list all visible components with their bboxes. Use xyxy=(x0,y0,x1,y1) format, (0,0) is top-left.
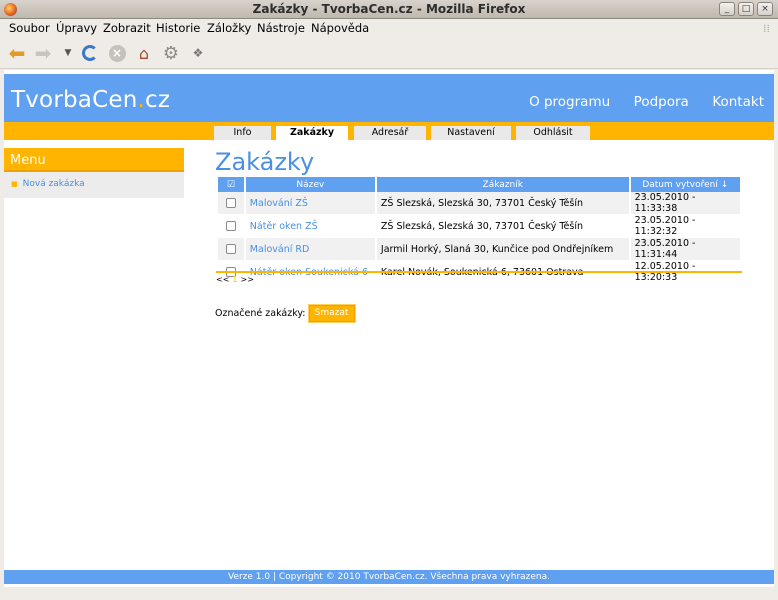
row-select-cell xyxy=(218,238,244,261)
select-all-checkbox-icon[interactable]: ☑ xyxy=(227,180,235,190)
logo-tld: cz xyxy=(145,87,171,113)
settings-gear-icon[interactable]: ⚙ xyxy=(161,43,181,64)
menu-soubor[interactable]: Soubor xyxy=(9,21,50,35)
order-name-link[interactable]: Malování ZŠ xyxy=(245,192,375,215)
row-select-cell xyxy=(218,192,244,215)
sidebar-item-nova-zakazka[interactable]: Nová zakázka xyxy=(23,179,85,189)
navigation-toolbar: ⬅ ➡ ▼ × ⌂ ⚙ ❖ xyxy=(0,37,778,69)
menu-zalozky[interactable]: Záložky xyxy=(207,21,251,35)
pagination-next[interactable]: >> xyxy=(241,275,254,284)
pagination: << 1 >> xyxy=(216,271,742,284)
stop-icon[interactable]: × xyxy=(107,43,127,63)
toolbar-grip-icon: ⁞⁞ xyxy=(763,22,770,35)
addon-icon[interactable]: ❖ xyxy=(188,43,208,63)
row-checkbox[interactable] xyxy=(225,198,236,208)
window-titlebar: Zakázky - TvorbaCen.cz - Mozilla Firefox… xyxy=(0,0,778,19)
delete-button[interactable]: Smazat xyxy=(307,304,356,323)
home-icon[interactable]: ⌂ xyxy=(134,43,154,63)
tab-adresar[interactable]: Adresář xyxy=(354,126,426,140)
menu-historie[interactable]: Historie xyxy=(156,21,200,35)
close-icon[interactable]: × xyxy=(757,2,773,16)
window-title: Zakázky - TvorbaCen.cz - Mozilla Firefox xyxy=(252,2,526,16)
bulk-actions: Označené zakázky: Smazat xyxy=(215,304,356,323)
tab-info[interactable]: Info xyxy=(214,126,271,140)
sidebar-title: Menu xyxy=(4,148,184,172)
history-dropdown-icon[interactable]: ▼ xyxy=(58,43,78,63)
order-customer: ZŠ Slezská, Slezská 30, 73701 Český Těší… xyxy=(376,192,629,215)
row-checkbox[interactable] xyxy=(225,244,236,254)
site-logo[interactable]: TvorbaCen.cz xyxy=(11,87,170,113)
menu-bar: Soubor Úpravy Zobrazit Historie Záložky … xyxy=(0,19,778,37)
table-row: Nátěr oken ZŠ ZŠ Slezská, Slezská 30, 73… xyxy=(218,215,740,238)
logo-dot: . xyxy=(137,87,145,113)
tab-odhlasit[interactable]: Odhlásit xyxy=(516,126,590,140)
top-navigation: O programu Podpora Kontakt xyxy=(509,94,764,110)
order-date: 23.05.2010 - 11:33:38 xyxy=(630,192,740,215)
sidebar-menu: ■ Nová zakázka xyxy=(4,172,184,198)
pagination-current[interactable]: 1 xyxy=(232,275,237,284)
minimize-icon[interactable]: _ xyxy=(719,2,735,16)
site-header: TvorbaCen.cz O programu Podpora Kontakt xyxy=(4,74,774,122)
maximize-icon[interactable]: □ xyxy=(738,2,754,16)
page-title: Zakázky xyxy=(215,148,315,176)
tab-nastaveni[interactable]: Nastavení xyxy=(431,126,511,140)
bulk-actions-label: Označené zakázky: xyxy=(215,308,306,319)
select-all-column-header[interactable]: ☑ xyxy=(218,177,244,192)
back-arrow-icon[interactable]: ⬅ xyxy=(7,41,27,65)
tab-zakazky[interactable]: Zakázky xyxy=(276,126,348,140)
row-select-cell xyxy=(218,215,244,238)
web-viewport: TvorbaCen.cz O programu Podpora Kontakt … xyxy=(4,70,774,587)
site-footer: Verze 1.0 | Copyright © 2010 TvorbaCen.c… xyxy=(4,570,774,584)
order-customer: Jarmil Horký, Slaná 30, Kunčice pod Ondř… xyxy=(376,238,629,261)
forward-arrow-icon[interactable]: ➡ xyxy=(33,41,53,65)
menu-zobrazit[interactable]: Zobrazit xyxy=(103,21,151,35)
table-header-row: ☑ Název Zákazník Datum vytvoření ↓ xyxy=(218,177,740,192)
logo-text: TvorbaCen xyxy=(11,87,138,113)
reload-icon[interactable] xyxy=(80,43,100,63)
sidebar: Menu ■ Nová zakázka xyxy=(4,148,184,198)
orders-table: ☑ Název Zákazník Datum vytvoření ↓ Malov… xyxy=(216,177,742,284)
column-header-datum[interactable]: Datum vytvoření ↓ xyxy=(630,177,740,192)
column-header-zakaznik[interactable]: Zákazník xyxy=(376,177,629,192)
table-row: Malování ZŠ ZŠ Slezská, Slezská 30, 7370… xyxy=(218,192,740,215)
nav-kontakt[interactable]: Kontakt xyxy=(712,94,764,110)
status-bar xyxy=(0,588,778,600)
menu-upravy[interactable]: Úpravy xyxy=(56,21,97,35)
nav-o-programu[interactable]: O programu xyxy=(529,94,610,110)
order-customer: ZŠ Slezská, Slezská 30, 73701 Český Těší… xyxy=(376,215,629,238)
menu-napoveda[interactable]: Nápověda xyxy=(311,21,369,35)
pagination-prev[interactable]: << xyxy=(216,275,229,284)
menu-nastroje[interactable]: Nástroje xyxy=(257,21,305,35)
column-header-nazev[interactable]: Název xyxy=(245,177,375,192)
bullet-icon: ■ xyxy=(11,180,18,188)
order-date: 23.05.2010 - 11:32:32 xyxy=(630,215,740,238)
row-checkbox[interactable] xyxy=(225,221,236,231)
tab-bar: Info Zakázky Adresář Nastavení Odhlásit xyxy=(4,122,774,140)
order-name-link[interactable]: Malování RD xyxy=(245,238,375,261)
order-name-link[interactable]: Nátěr oken ZŠ xyxy=(245,215,375,238)
nav-podpora[interactable]: Podpora xyxy=(634,94,689,110)
order-date: 23.05.2010 - 11:31:44 xyxy=(630,238,740,261)
table-row: Malování RD Jarmil Horký, Slaná 30, Kunč… xyxy=(218,238,740,261)
